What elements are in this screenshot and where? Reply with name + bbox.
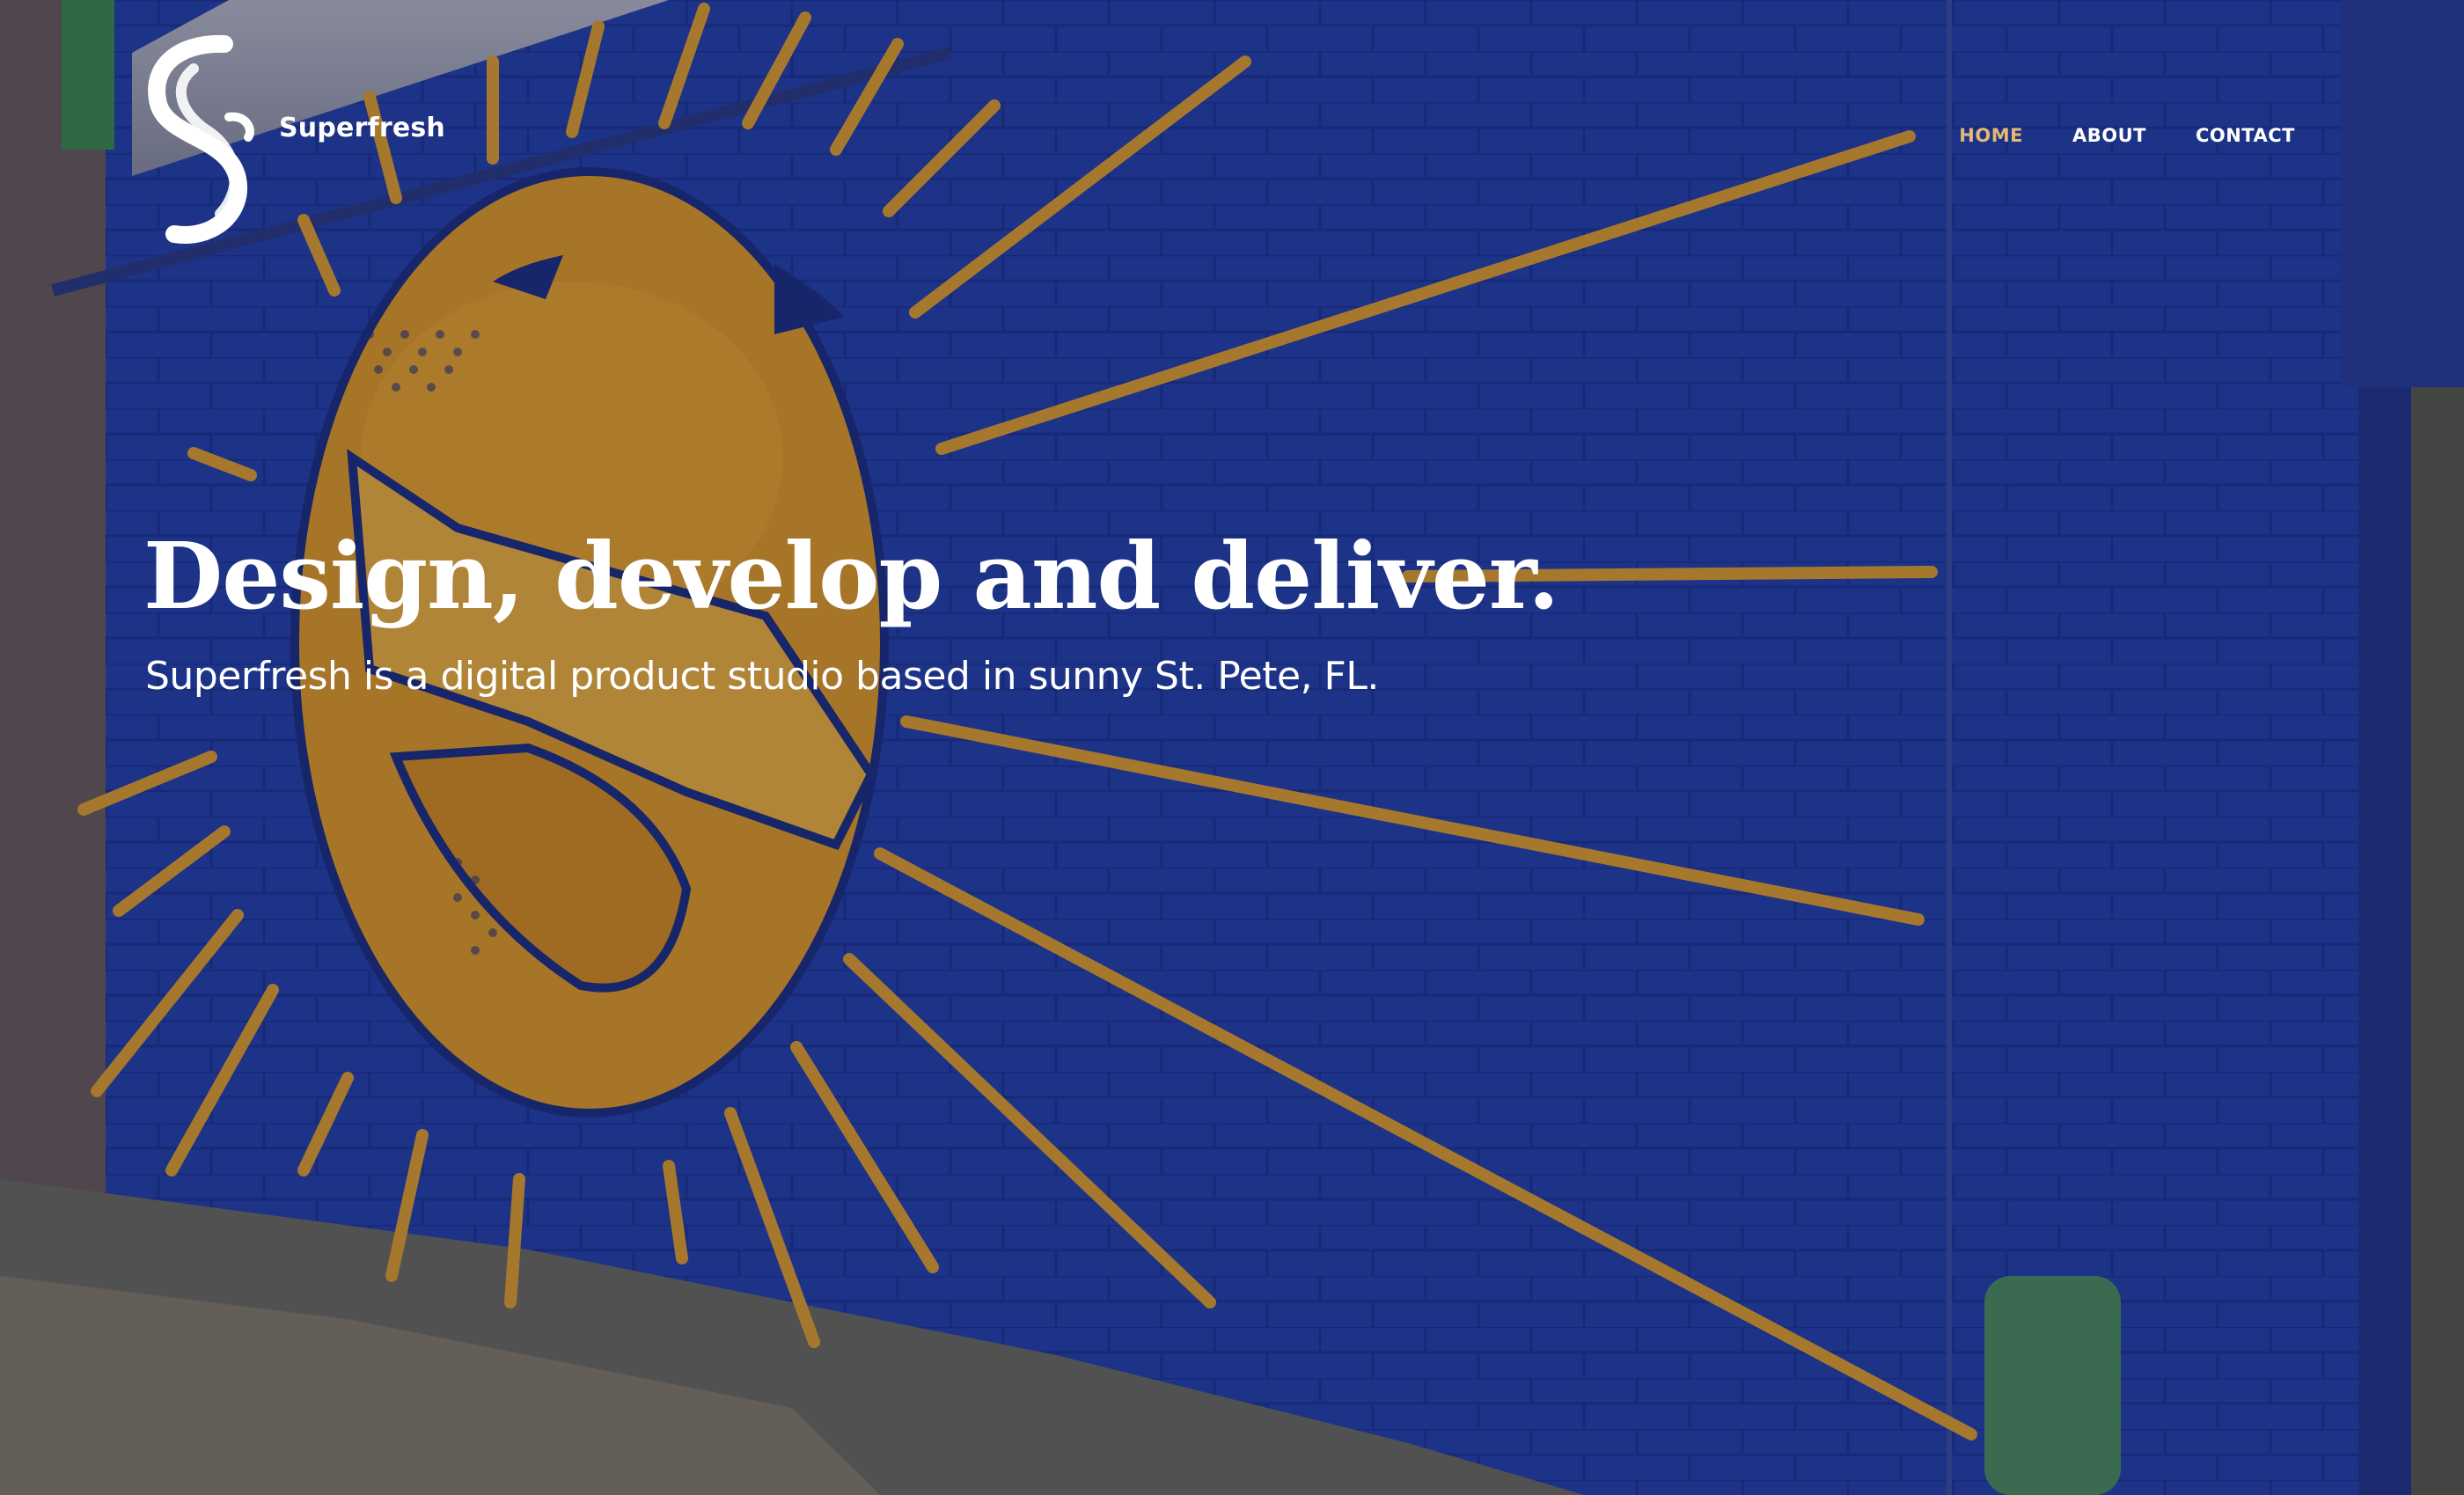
hero-headline-highlight-text: deliver. xyxy=(1191,522,1559,630)
nav-item-home[interactable]: HOME xyxy=(1959,125,2023,146)
nav-item-contact[interactable]: CONTACT xyxy=(2196,125,2295,146)
brand-name[interactable]: Superfresh xyxy=(279,113,445,143)
hero-background-mural xyxy=(0,0,2464,1495)
nav-item-about[interactable]: ABOUT xyxy=(2072,125,2146,146)
hero-headline-lead: Design, develop and xyxy=(143,522,1192,630)
hero-headline-highlight: deliver. xyxy=(1178,525,1570,627)
hero-subheadline: Superfresh is a digital product studio b… xyxy=(145,654,1379,699)
hero-section: Superfresh HOME ABOUT CONTACT Design, de… xyxy=(0,0,2464,1495)
superfresh-sf-logo-icon[interactable] xyxy=(141,33,255,245)
hero-headline: Design, develop and deliver. xyxy=(143,525,1570,627)
main-nav: HOME ABOUT CONTACT xyxy=(1959,125,2295,146)
